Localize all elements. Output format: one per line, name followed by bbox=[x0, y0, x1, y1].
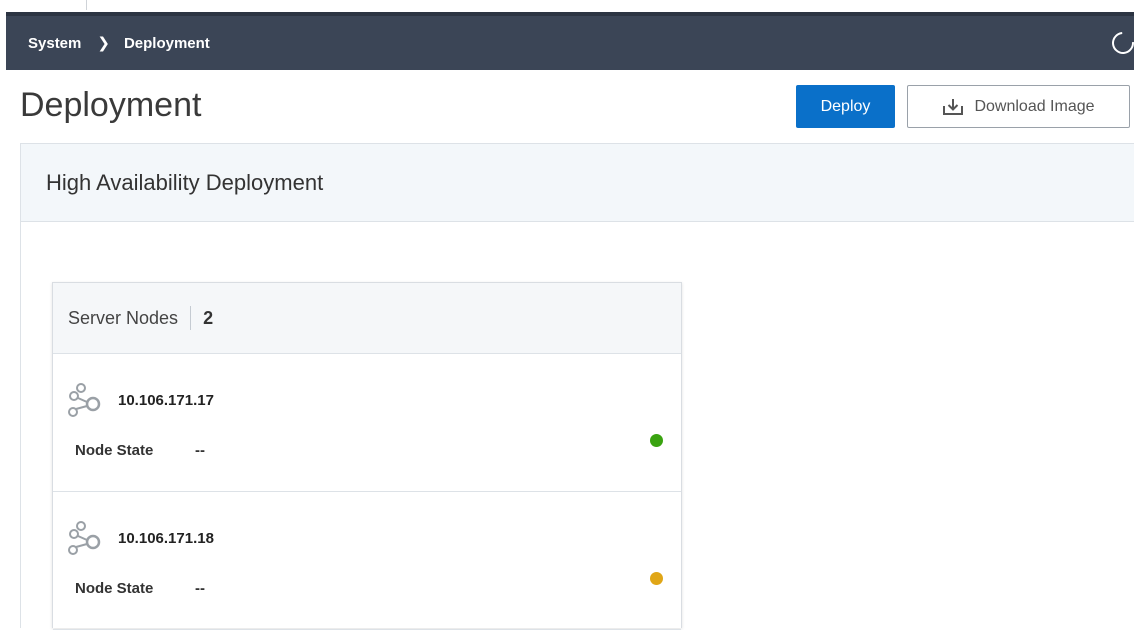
server-nodes-card: Server Nodes 2 10.106.171.17 Node State … bbox=[52, 282, 682, 630]
breadcrumb: System ❯ Deployment bbox=[28, 16, 210, 70]
status-indicator bbox=[650, 434, 663, 447]
download-image-label: Download Image bbox=[974, 97, 1095, 115]
node-ip: 10.106.171.17 bbox=[118, 392, 214, 409]
list-item[interactable]: 10.106.171.18 Node State -- bbox=[53, 492, 681, 630]
chevron-right-icon: ❯ bbox=[97, 35, 110, 52]
share-node-icon bbox=[68, 521, 101, 555]
panel-title: High Availability Deployment bbox=[21, 144, 1134, 222]
deploy-button[interactable]: Deploy bbox=[796, 85, 895, 128]
top-strip bbox=[0, 0, 1134, 12]
list-item[interactable]: 10.106.171.17 Node State -- bbox=[53, 354, 681, 492]
status-indicator bbox=[650, 572, 663, 585]
breadcrumb-item-system[interactable]: System bbox=[28, 35, 81, 52]
node-ip: 10.106.171.18 bbox=[118, 530, 214, 547]
server-nodes-count: 2 bbox=[203, 307, 214, 328]
node-state-label: Node State bbox=[75, 580, 154, 597]
header-divider bbox=[190, 306, 192, 330]
share-node-icon bbox=[68, 383, 101, 417]
download-icon bbox=[943, 98, 964, 115]
page-title: Deployment bbox=[20, 86, 202, 124]
refresh-icon[interactable] bbox=[1107, 27, 1134, 59]
server-nodes-header: Server Nodes 2 bbox=[53, 283, 681, 354]
server-nodes-label: Server Nodes bbox=[68, 307, 179, 328]
node-state-label: Node State bbox=[75, 442, 154, 459]
node-state-value: -- bbox=[195, 442, 205, 459]
breadcrumb-item-deployment: Deployment bbox=[123, 34, 210, 52]
node-state-value: -- bbox=[195, 580, 205, 597]
breadcrumb-bar: System ❯ Deployment bbox=[6, 12, 1134, 70]
download-image-button[interactable]: Download Image bbox=[907, 85, 1130, 128]
tab-divider bbox=[86, 0, 87, 10]
